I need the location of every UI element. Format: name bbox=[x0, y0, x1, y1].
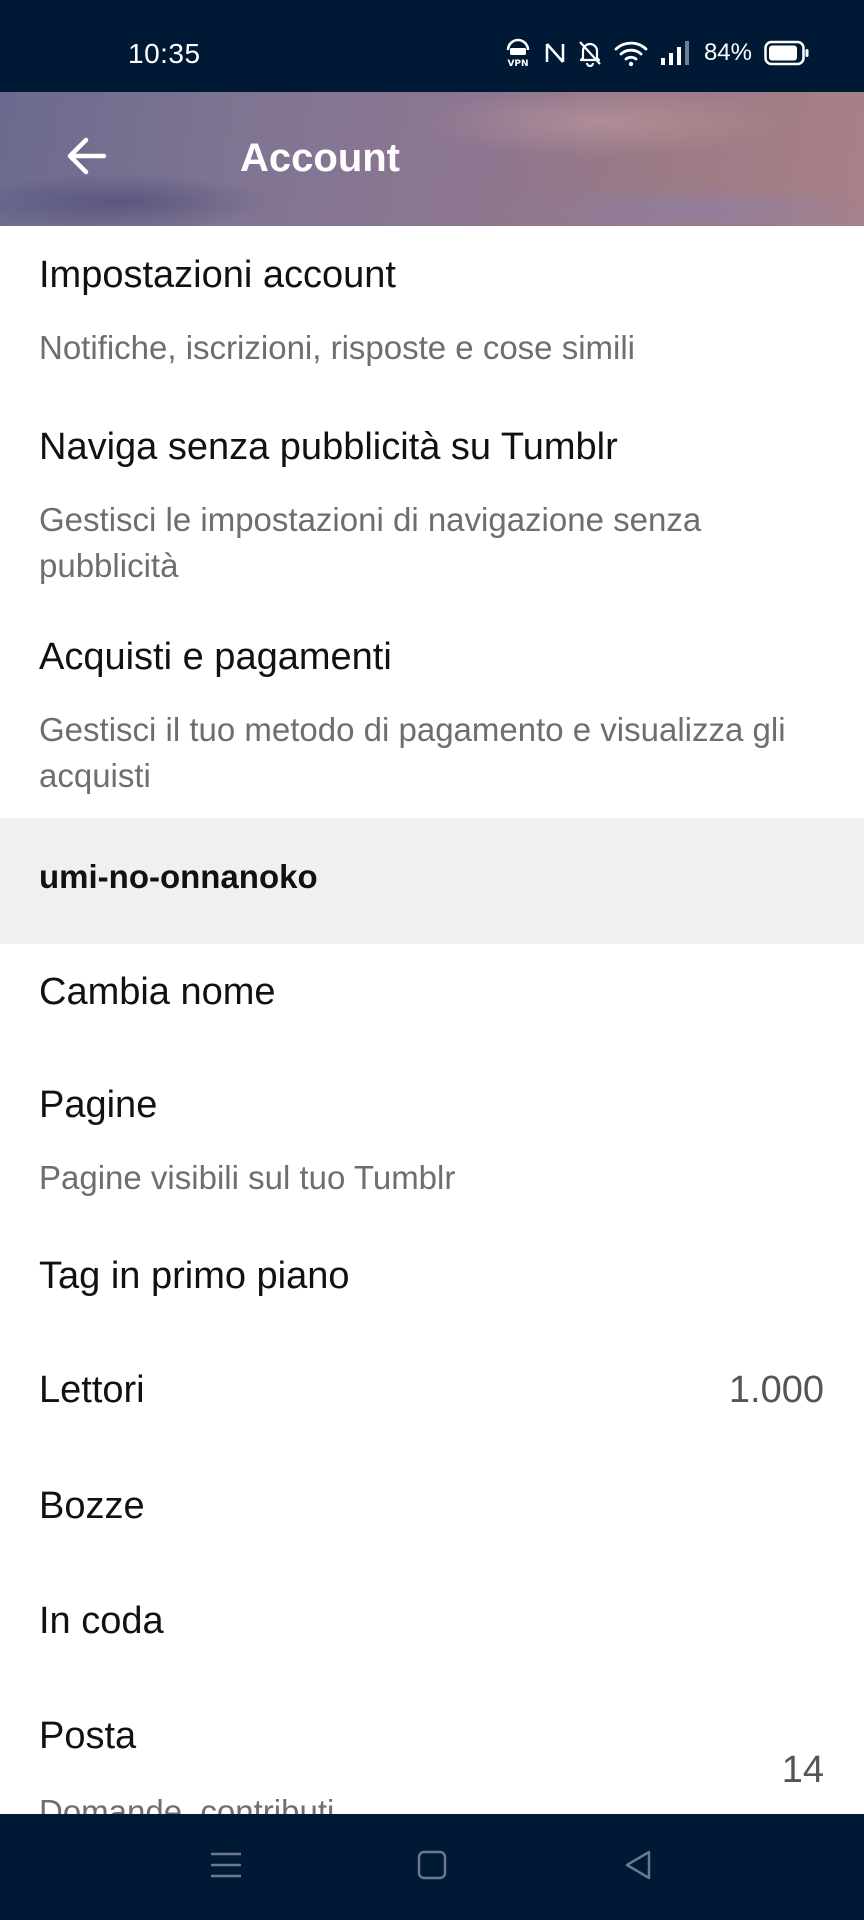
list-item-queue[interactable]: In coda bbox=[0, 1570, 864, 1686]
item-title: Bozze bbox=[39, 1485, 145, 1527]
item-title: In coda bbox=[39, 1600, 164, 1642]
item-subtitle: Domande, contributi bbox=[39, 1793, 335, 1814]
item-subtitle: Notifiche, iscrizioni, risposte e cose s… bbox=[39, 329, 636, 366]
nav-back-button[interactable] bbox=[615, 1844, 661, 1890]
item-title: Impostazioni account bbox=[39, 254, 396, 296]
status-time: 10:35 bbox=[128, 38, 201, 69]
nav-home-button[interactable] bbox=[409, 1844, 455, 1890]
wifi-icon bbox=[614, 39, 648, 67]
system-nav-bar bbox=[0, 1814, 864, 1920]
item-title: Naviga senza pubblicità su Tumblr bbox=[39, 426, 618, 468]
item-subtitle: Gestisci le impostazioni di navigazione … bbox=[39, 501, 702, 584]
battery-icon bbox=[764, 40, 810, 66]
home-square-icon bbox=[417, 1850, 447, 1885]
screen: 10:35 VPN 84% Account Impostazioni accou… bbox=[0, 0, 864, 1920]
item-title: Tag in primo piano bbox=[39, 1255, 350, 1297]
nfc-icon bbox=[544, 40, 566, 66]
list-item-drafts[interactable]: Bozze bbox=[0, 1456, 864, 1570]
item-title: Lettori bbox=[39, 1369, 145, 1411]
bell-off-icon bbox=[578, 39, 602, 67]
item-title: Cambia nome bbox=[39, 971, 276, 1013]
menu-icon bbox=[209, 1850, 243, 1885]
list-item-account-settings[interactable]: Impostazioni account Notifiche, iscrizio… bbox=[0, 226, 864, 398]
nav-menu-button[interactable] bbox=[203, 1844, 249, 1890]
settings-list[interactable]: Impostazioni account Notifiche, iscrizio… bbox=[0, 226, 864, 1814]
item-title: Posta bbox=[39, 1715, 137, 1757]
status-bar: 10:35 VPN 84% bbox=[0, 0, 864, 92]
list-item-pages[interactable]: Pagine Pagine visibili sul tuo Tumblr bbox=[0, 1056, 864, 1228]
blog-section-header: umi-no-onnanoko bbox=[0, 818, 864, 944]
item-title: Pagine bbox=[39, 1084, 158, 1126]
list-item-change-name[interactable]: Cambia nome bbox=[0, 944, 864, 1056]
status-icons: VPN 84% bbox=[504, 36, 810, 70]
list-item-featured-tags[interactable]: Tag in primo piano bbox=[0, 1228, 864, 1340]
item-subtitle: Pagine visibili sul tuo Tumblr bbox=[39, 1159, 456, 1196]
followers-count: 1.000 bbox=[728, 1369, 824, 1411]
app-header: Account bbox=[0, 92, 864, 226]
arrow-left-icon bbox=[64, 136, 108, 181]
battery-percentage: 84% bbox=[703, 39, 752, 66]
item-subtitle: Gestisci il tuo metodo di pagamento e vi… bbox=[39, 711, 786, 794]
svg-text:VPN: VPN bbox=[507, 59, 528, 68]
inbox-count: 14 bbox=[781, 1749, 824, 1791]
blog-name: umi-no-onnanoko bbox=[39, 858, 318, 895]
page-title: Account bbox=[240, 136, 400, 180]
back-button[interactable] bbox=[60, 132, 112, 184]
signal-icon bbox=[660, 40, 690, 66]
vpn-icon: VPN bbox=[504, 38, 532, 68]
item-title: Acquisti e pagamenti bbox=[39, 636, 392, 678]
list-item-followers[interactable]: Lettori 1.000 bbox=[0, 1340, 864, 1456]
list-item-ad-free[interactable]: Naviga senza pubblicità su Tumblr Gestis… bbox=[0, 398, 864, 608]
back-triangle-icon bbox=[623, 1849, 653, 1886]
list-item-purchases[interactable]: Acquisti e pagamenti Gestisci il tuo met… bbox=[0, 608, 864, 818]
list-item-inbox[interactable]: Posta 14 Domande, contributi bbox=[0, 1686, 864, 1814]
